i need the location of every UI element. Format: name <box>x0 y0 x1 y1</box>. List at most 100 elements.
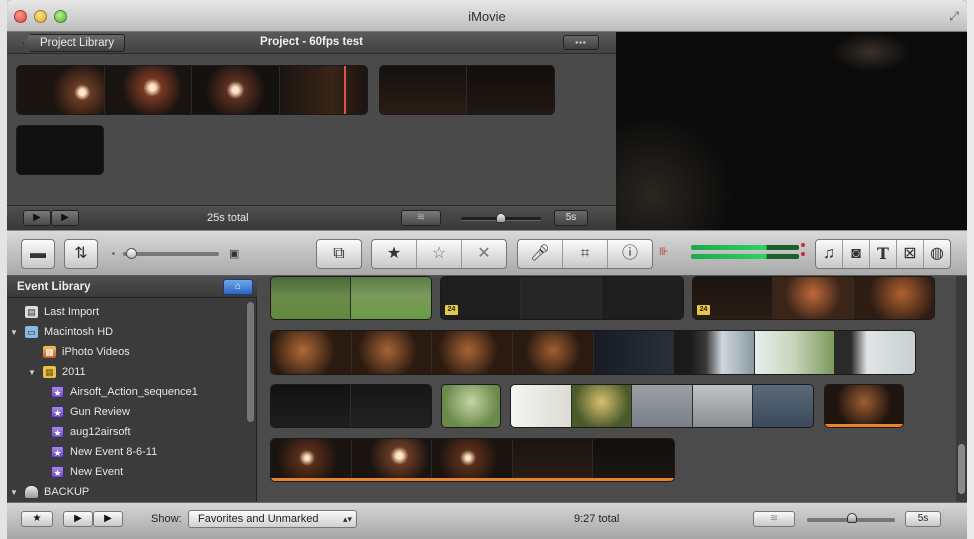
show-drives-toggle-button[interactable]: ⌂ <box>223 279 253 295</box>
camera-icon: ◙ <box>851 245 861 262</box>
event-zoom-slider-knob[interactable] <box>847 513 857 523</box>
disclosure-triangle-icon[interactable]: ▼ <box>27 368 37 377</box>
library-item-event[interactable]: ★ New Event <box>51 462 123 482</box>
video-viewer[interactable] <box>616 32 967 230</box>
event-clip[interactable] <box>441 384 501 428</box>
disclosure-triangle-icon[interactable]: ▼ <box>9 328 19 337</box>
select-arrows-icon: ▴▾ <box>342 514 352 524</box>
library-item-label: 2011 <box>62 366 86 378</box>
event-library-title: Event Library <box>17 281 91 293</box>
library-item-event[interactable]: ★ New Event 8-6-11 <box>51 442 157 462</box>
event-clip[interactable]: 24 <box>692 276 935 320</box>
clip-frame <box>571 385 633 427</box>
show-favorites-only-button[interactable]: ★ <box>21 511 53 527</box>
title-bar: iMovie ⤢ <box>7 0 967 32</box>
clip-frame <box>104 66 192 114</box>
clip-frame <box>467 66 554 114</box>
fullscreen-icon[interactable]: ⤢ <box>947 9 961 23</box>
event-clip[interactable]: 24 <box>440 276 684 320</box>
project-total-duration: 25s total <box>207 212 249 224</box>
disclosure-triangle-icon[interactable]: ▼ <box>9 488 19 497</box>
maps-browser-button[interactable]: ◍ <box>924 240 950 268</box>
event-audio-waveform-button[interactable]: ≋ <box>753 511 795 527</box>
clip-frame <box>351 277 431 319</box>
events-total-duration: 9:27 total <box>574 513 620 525</box>
clip-frame <box>835 331 915 374</box>
reject-button[interactable]: ✕ <box>462 240 506 268</box>
crop-button[interactable]: ⌗ <box>563 240 608 268</box>
used-clip-indicator <box>271 478 674 481</box>
crop-icon: ⌗ <box>580 245 590 262</box>
microphone-icon: 🎤︎ <box>529 245 551 262</box>
play-project-button[interactable]: ▶ <box>51 210 79 226</box>
event-clip[interactable] <box>270 384 432 428</box>
project-title: Project - 60fps test <box>260 36 363 48</box>
clip-frame <box>279 66 367 114</box>
small-thumbnail-icon: ▪ <box>112 249 115 258</box>
titles-browser-button[interactable]: T <box>870 240 897 268</box>
library-item-macintosh-hd[interactable]: ▼ ▭ Macintosh HD <box>9 322 113 342</box>
inspector-button[interactable]: ⓘ <box>608 240 652 268</box>
event-clip[interactable] <box>270 330 916 375</box>
audio-meter-left <box>691 245 799 250</box>
music-browser-button[interactable]: ♫ <box>816 240 843 268</box>
library-item-backup[interactable]: ▼ BACKUP <box>9 482 89 502</box>
clip-frame <box>674 331 755 374</box>
viewer-foliage <box>616 112 736 230</box>
audio-skimming-icon[interactable]: ⊪ <box>659 245 669 258</box>
voiceover-button[interactable]: 🎤︎ <box>518 240 563 268</box>
playhead[interactable] <box>343 66 346 114</box>
camera-import-button[interactable]: ▬ <box>21 239 55 269</box>
play-event-button[interactable]: ▶ <box>93 511 123 527</box>
project-clip-strip[interactable] <box>379 65 555 115</box>
event-clip[interactable] <box>270 276 432 320</box>
event-clip[interactable] <box>510 384 814 428</box>
event-library-scrollbar[interactable] <box>247 302 254 422</box>
library-item-event[interactable]: ★ Gun Review <box>51 402 130 422</box>
project-clip-strip[interactable] <box>16 65 368 115</box>
clip-frame <box>442 385 500 427</box>
event-browser-scrollbar-thumb[interactable] <box>958 444 965 494</box>
library-item-iphoto-videos[interactable]: ▦ iPhoto Videos <box>27 342 130 362</box>
drive-icon <box>25 486 38 498</box>
event-browser: 24 24 <box>257 276 967 502</box>
photo-browser-button[interactable]: ◙ <box>843 240 870 268</box>
event-star-icon: ★ <box>51 466 64 478</box>
event-clip[interactable] <box>270 438 675 482</box>
library-item-2011[interactable]: ▼ ▦ 2011 <box>27 362 86 382</box>
project-zoom-slider-knob[interactable] <box>496 213 506 223</box>
music-note-icon: ♫ <box>823 245 835 262</box>
library-item-event[interactable]: ★ Airsoft_Action_sequence1 <box>51 382 198 402</box>
clip-frame <box>351 331 433 374</box>
globe-icon: ◍ <box>930 245 944 262</box>
folder-icon: ▦ <box>43 366 56 378</box>
play-project-fullscreen-button[interactable]: ▶ <box>23 210 51 226</box>
add-to-project-button[interactable]: ⧉ <box>316 239 362 269</box>
swap-events-projects-button[interactable]: ⇅ <box>64 239 98 269</box>
event-clip[interactable] <box>824 384 904 428</box>
show-filter-label: Show: <box>151 513 182 525</box>
library-item-last-import[interactable]: ▤ Last Import <box>9 302 99 322</box>
show-filter-select[interactable]: Favorites and Unmarked ▴▾ <box>188 510 357 528</box>
clip-frame <box>351 385 431 427</box>
project-view-toggle-button[interactable]: ▪▪▪ <box>563 35 599 50</box>
audio-waveform-button[interactable]: ≋ <box>401 210 441 226</box>
thumbnail-size-slider-track[interactable] <box>123 252 219 256</box>
play-event-fullscreen-button[interactable]: ▶ <box>63 511 93 527</box>
event-star-icon: ★ <box>51 386 64 398</box>
transitions-browser-button[interactable]: ⊠ <box>897 240 924 268</box>
library-item-label: Airsoft_Action_sequence1 <box>70 386 198 398</box>
film-icon: ▤ <box>25 306 38 318</box>
library-item-label: Last Import <box>44 306 100 318</box>
audio-peak-indicator <box>801 243 805 247</box>
mark-favorite-button[interactable]: ★ <box>372 240 417 268</box>
thumbnail-size-slider-knob[interactable] <box>126 248 137 259</box>
viewer-light <box>831 32 911 72</box>
project-clip-strip[interactable] <box>16 125 104 175</box>
event-star-icon: ★ <box>51 426 64 438</box>
library-item-event[interactable]: ★ aug12airsoft <box>51 422 131 442</box>
unmark-button[interactable]: ☆ <box>417 240 462 268</box>
used-clip-indicator <box>825 424 903 427</box>
library-item-label: iPhoto Videos <box>62 346 130 358</box>
clip-frame <box>512 439 594 481</box>
